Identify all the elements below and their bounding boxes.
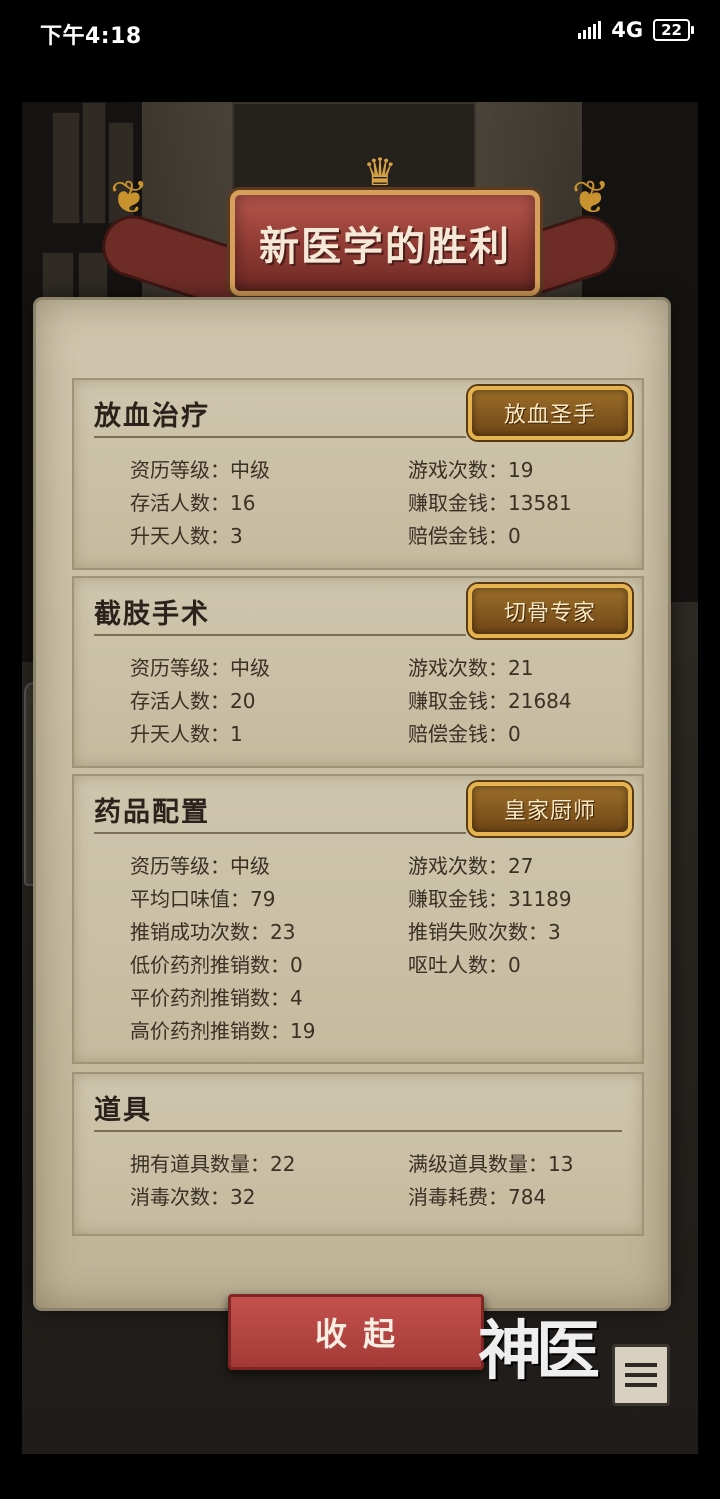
status-time: 下午4:18 (40, 24, 142, 49)
stat-vomit: 呕吐人数：0 (408, 953, 521, 977)
section-amputation: 截肢手术 切骨专家 资历等级：中级 存活人数：20 升天人数：1 游戏次数：21… (72, 576, 644, 768)
stat-disinfect-count: 消毒次数：32 (130, 1185, 256, 1209)
divider (94, 436, 466, 438)
section-bloodletting: 放血治疗 放血圣手 资历等级：中级 存活人数：16 升天人数：3 游戏次数：19… (72, 378, 644, 570)
stat-compensation: 赔偿金钱：0 (408, 722, 521, 746)
stat-money-earned: 赚取金钱：31189 (408, 887, 572, 911)
stat-rank: 资历等级：中级 (130, 656, 270, 680)
section-pharmacy: 药品配置 皇家厨师 资历等级：中级 平均口味值：79 推销成功次数：23 低价药… (72, 774, 644, 1064)
stat-deaths: 升天人数：1 (130, 722, 243, 746)
crown-icon: ♛ (362, 150, 398, 194)
stat-disinfect-cost: 消毒耗费：784 (408, 1185, 547, 1209)
achievement-badge: 放血圣手 (468, 386, 632, 440)
divider (94, 832, 466, 834)
stat-rank: 资历等级：中级 (130, 854, 270, 878)
achievement-badge: 皇家厨师 (468, 782, 632, 836)
page-title: 新医学的胜利 (230, 190, 540, 296)
divider (94, 634, 466, 636)
section-title: 截肢手术 (94, 599, 210, 630)
stat-games: 游戏次数：19 (408, 458, 534, 482)
stat-mid-price-sales: 平价药剂推销数：4 (130, 986, 303, 1010)
stat-survivors: 存活人数：20 (130, 689, 256, 713)
stat-money-earned: 赚取金钱：13581 (408, 491, 572, 515)
achievement-badge: 切骨专家 (468, 584, 632, 638)
title-banner: ❦ ❦ ♛ 新医学的胜利 (60, 150, 660, 320)
section-items: 道具 拥有道具数量：22 消毒次数：32 满级道具数量：13 消毒耗费：784 (72, 1072, 644, 1236)
stat-rank: 资历等级：中级 (130, 458, 270, 482)
stat-high-price-sales: 高价药剂推销数：19 (130, 1019, 316, 1043)
section-title: 放血治疗 (94, 401, 210, 432)
collapse-button[interactable]: 收起 (228, 1294, 484, 1370)
stat-survivors: 存活人数：16 (130, 491, 256, 515)
signal-icon (578, 21, 602, 39)
stat-money-earned: 赚取金钱：21684 (408, 689, 572, 713)
stats-panel[interactable]: 放血治疗 放血圣手 资历等级：中级 存活人数：16 升天人数：3 游戏次数：19… (36, 300, 668, 1308)
stat-low-price-sales: 低价药剂推销数：0 (130, 953, 303, 977)
laurel-left-icon: ❦ (110, 170, 149, 224)
stat-max-level-items: 满级道具数量：13 (408, 1152, 574, 1176)
menu-list-icon[interactable] (612, 1344, 670, 1406)
status-bar: 下午4:18 4G 22 (0, 0, 720, 64)
stat-deaths: 升天人数：3 (130, 524, 243, 548)
battery-icon: 22 (653, 19, 694, 41)
stat-games: 游戏次数：27 (408, 854, 534, 878)
laurel-right-icon: ❦ (571, 170, 610, 224)
divider (94, 1130, 622, 1132)
stat-sales-failed: 推销失败次数：3 (408, 920, 561, 944)
stat-compensation: 赔偿金钱：0 (408, 524, 521, 548)
section-title: 药品配置 (94, 797, 210, 828)
stat-items-owned: 拥有道具数量：22 (130, 1152, 296, 1176)
stat-avg-taste: 平均口味值：79 (130, 887, 276, 911)
section-title: 道具 (94, 1095, 152, 1126)
stat-sales-success: 推销成功次数：23 (130, 920, 296, 944)
stat-games: 游戏次数：21 (408, 656, 534, 680)
network-type: 4G (611, 18, 644, 42)
status-indicators: 4G 22 (578, 18, 694, 42)
